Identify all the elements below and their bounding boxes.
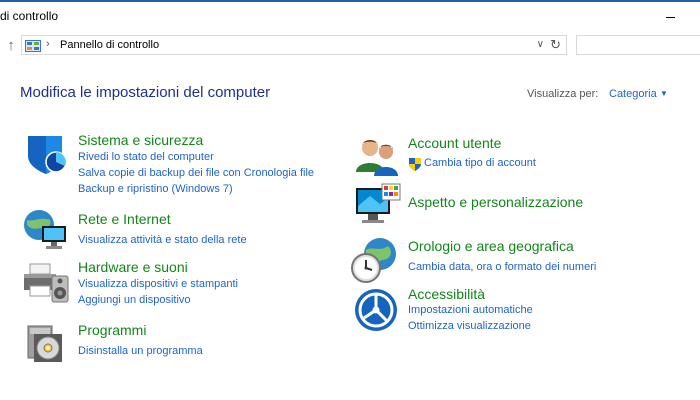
address-bar[interactable]: › Pannello di controllo ∨ ↻ [21, 35, 567, 55]
window-title: di controllo [0, 9, 59, 23]
link-backup-restore[interactable]: Backup e ripristino (Windows 7) [78, 183, 233, 195]
breadcrumb-separator: › [46, 38, 50, 50]
category-system-security[interactable]: Sistema e sicurezza [78, 132, 203, 148]
navigation-bar: ↑ › Pannello di controllo ∨ ↻ [0, 34, 700, 58]
view-by-label: Visualizza per: [527, 88, 599, 100]
link-review-status[interactable]: Rivedi lo stato del computer [78, 151, 214, 163]
category-hardware-sound[interactable]: Hardware e suoni [78, 259, 188, 275]
category-network-internet[interactable]: Rete e Internet [78, 211, 171, 227]
breadcrumb-path[interactable]: Pannello di controllo [60, 39, 159, 51]
globe-network-icon[interactable] [22, 208, 70, 256]
link-change-account-type[interactable]: Cambia tipo di account [424, 157, 536, 169]
clock-globe-icon[interactable] [350, 236, 398, 284]
link-network-status[interactable]: Visualizza attività e stato della rete [78, 234, 247, 246]
dropdown-caret-icon[interactable]: ▼ [660, 89, 668, 98]
users-icon[interactable] [354, 132, 402, 180]
shield-icon[interactable] [22, 130, 70, 178]
category-appearance-personalization[interactable]: Aspetto e personalizzazione [408, 194, 583, 210]
printer-speaker-icon[interactable] [22, 258, 70, 306]
link-optimize-display[interactable]: Ottimizza visualizzazione [408, 320, 531, 332]
title-bar: di controllo [0, 2, 700, 30]
programs-disc-icon[interactable] [22, 318, 70, 366]
control-panel-icon [25, 39, 41, 57]
search-input[interactable] [576, 35, 700, 55]
page-title: Modifica le impostazioni del computer [20, 84, 271, 101]
category-user-accounts[interactable]: Account utente [408, 135, 501, 151]
minimize-button[interactable] [656, 6, 686, 28]
category-accessibility[interactable]: Accessibilità [408, 286, 485, 302]
uac-shield-icon [408, 156, 422, 172]
link-devices-printers[interactable]: Visualizza dispositivi e stampanti [78, 278, 238, 290]
link-uninstall-program[interactable]: Disinstalla un programma [78, 345, 203, 357]
up-arrow-icon[interactable]: ↑ [3, 36, 19, 56]
view-by-dropdown[interactable]: Categoria [609, 88, 657, 100]
chevron-down-icon[interactable]: ∨ [537, 39, 544, 50]
link-automatic-settings[interactable]: Impostazioni automatiche [408, 304, 533, 316]
accessibility-icon[interactable] [354, 286, 402, 334]
link-change-date-time-format[interactable]: Cambia data, ora o formato dei numeri [408, 261, 596, 273]
link-add-device[interactable]: Aggiungi un dispositivo [78, 294, 191, 306]
appearance-monitor-icon[interactable] [354, 182, 402, 230]
category-clock-region[interactable]: Orologio e area geografica [408, 238, 574, 254]
category-programs[interactable]: Programmi [78, 322, 146, 338]
link-file-history[interactable]: Salva copie di backup dei file con Crono… [78, 167, 314, 179]
refresh-icon[interactable]: ↻ [550, 37, 561, 53]
